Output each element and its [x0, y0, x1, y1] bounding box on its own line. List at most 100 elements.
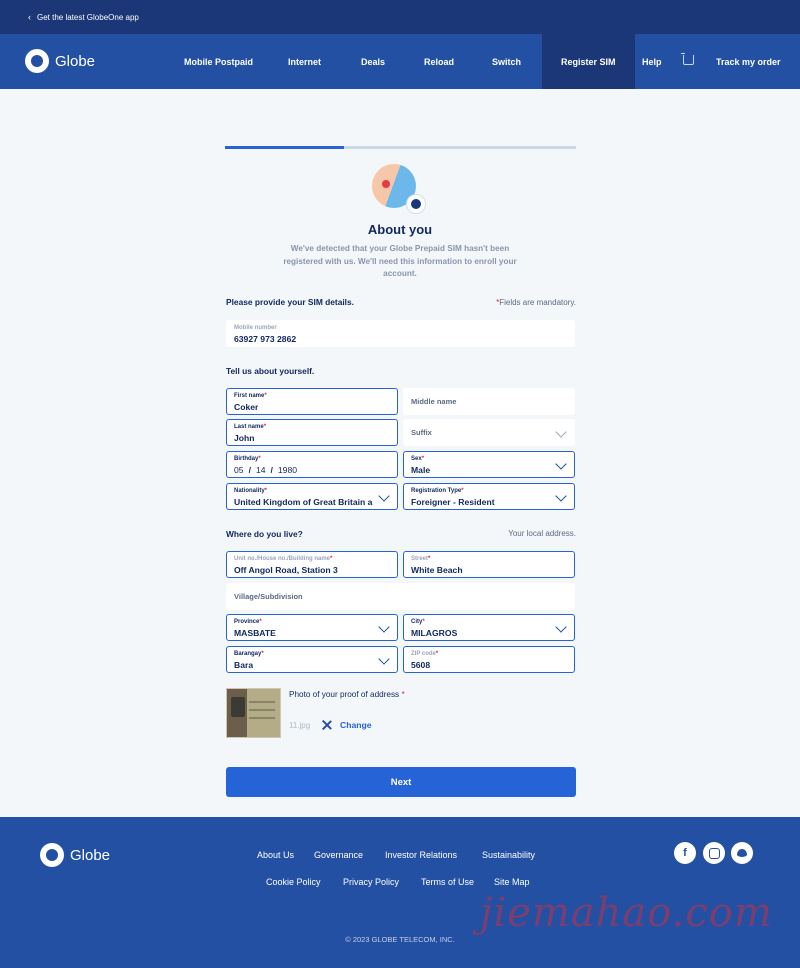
suffix-select[interactable]: Suffix — [403, 419, 575, 446]
footer-link-privacy[interactable]: Privacy Policy — [343, 877, 399, 887]
page-subtitle: We've detected that your Globe Prepaid S… — [283, 244, 517, 278]
proof-of-address-thumbnail[interactable] — [226, 688, 281, 738]
nav-track-order[interactable]: Track my order — [716, 34, 781, 89]
footer-link-terms[interactable]: Terms of Use — [421, 877, 474, 887]
barangay-label: Barangay — [234, 651, 262, 657]
file-name: 11.jpg — [289, 721, 311, 730]
globe-logo-icon — [25, 49, 49, 73]
city-label: City — [411, 619, 423, 625]
barangay-value: Bara — [234, 660, 254, 670]
id-text-line — [249, 701, 275, 703]
footer-brand-name: Globe — [70, 846, 111, 864]
chevron-left-icon: ‹ — [28, 12, 31, 22]
change-photo-link[interactable]: Change — [340, 720, 372, 730]
cart-icon[interactable] — [681, 53, 694, 65]
birthday-day[interactable]: 14 — [256, 465, 266, 475]
registration-type-value: Foreigner - Resident — [411, 497, 495, 507]
footer-globe-logo[interactable]: Globe — [40, 843, 110, 867]
birthday-value: 05 / 14 / 1980 — [234, 465, 297, 475]
birthday-month[interactable]: 05 — [234, 465, 244, 475]
unit-value: Off Angol Road, Station 3 — [234, 565, 338, 575]
birthday-label: Birthday — [234, 456, 259, 462]
first-name-field[interactable]: First name* Coker — [226, 388, 398, 415]
registration-type-select[interactable]: Registration Type* Foreigner - Resident — [403, 483, 575, 510]
nav-reload[interactable]: Reload — [424, 34, 454, 89]
main-nav: Globe Mobile Postpaid Internet Deals Rel… — [0, 34, 800, 89]
nav-register-sim[interactable]: Register SIM — [542, 34, 635, 89]
first-name-value: Coker — [234, 402, 259, 412]
street-label: Street — [411, 556, 429, 562]
next-button[interactable]: Next — [226, 767, 576, 797]
nav-help[interactable]: Help — [642, 34, 662, 89]
user-avatar-illustration — [372, 164, 426, 214]
chevron-down-icon — [378, 621, 390, 633]
middle-name-field[interactable]: Middle name — [403, 388, 575, 415]
unit-field[interactable]: Unit no./House no./Building name* Off An… — [226, 551, 398, 578]
twitter-icon[interactable] — [731, 842, 753, 864]
province-label: Province — [234, 619, 260, 625]
footer-link-about[interactable]: About Us — [257, 850, 294, 860]
sex-select[interactable]: Sex* Male — [403, 451, 575, 478]
sex-label: Sex — [411, 456, 422, 462]
zip-code-label: ZIP code — [411, 651, 436, 657]
street-value: White Beach — [411, 565, 463, 575]
footer-link-investor[interactable]: Investor Relations — [385, 850, 457, 860]
globe-logo[interactable]: Globe — [25, 49, 95, 73]
birthday-year[interactable]: 1980 — [278, 465, 297, 475]
last-name-field[interactable]: Last name* John — [226, 419, 398, 446]
avatar-face — [382, 180, 390, 188]
nav-internet[interactable]: Internet — [288, 34, 321, 89]
city-select[interactable]: City* MILAGROS — [403, 614, 575, 641]
province-value: MASBATE — [234, 628, 276, 638]
nationality-value: United Kingdom of Great Britain a — [234, 497, 373, 507]
last-name-label: Last name — [234, 424, 264, 430]
birthday-field[interactable]: Birthday* 05 / 14 / 1980 — [226, 451, 398, 478]
footer-link-governance[interactable]: Governance — [314, 850, 363, 860]
mandatory-note: *Fields are mandatory. — [496, 298, 576, 307]
id-text-line — [249, 709, 275, 711]
instagram-icon[interactable] — [703, 842, 725, 864]
nationality-select[interactable]: Nationality* United Kingdom of Great Bri… — [226, 483, 398, 510]
id-photo — [231, 697, 245, 717]
step-progress-fill — [225, 146, 345, 149]
sex-value: Male — [411, 465, 431, 475]
date-separator: / — [248, 465, 251, 475]
footer-link-cookie[interactable]: Cookie Policy — [266, 877, 321, 887]
close-icon[interactable] — [322, 720, 332, 730]
middle-name-placeholder: Middle name — [411, 397, 457, 406]
last-name-value: John — [234, 433, 255, 443]
sim-section-heading: Please provide your SIM details. — [226, 297, 354, 307]
barangay-select[interactable]: Barangay* Bara — [226, 646, 398, 673]
mobile-number-field[interactable]: Mobile number 63927 973 2862 — [226, 320, 575, 347]
app-banner[interactable]: ‹ Get the latest GlobeOne app — [0, 0, 800, 34]
app-banner-label: Get the latest GlobeOne app — [37, 12, 139, 22]
personal-section-heading: Tell us about yourself. — [226, 366, 315, 376]
chevron-down-icon — [378, 653, 390, 665]
village-field[interactable]: Village/Subdivision — [226, 583, 575, 610]
village-placeholder: Village/Subdivision — [234, 592, 303, 601]
mobile-number-label: Mobile number — [234, 325, 277, 331]
address-section-heading: Where do you live? — [226, 529, 303, 539]
facebook-icon[interactable]: f — [674, 842, 696, 864]
unit-label: Unit no./House no./Building name — [234, 556, 330, 562]
step-progress-bar — [225, 146, 576, 149]
nav-deals[interactable]: Deals — [361, 34, 385, 89]
province-select[interactable]: Province* MASBATE — [226, 614, 398, 641]
nav-mobile-postpaid[interactable]: Mobile Postpaid — [184, 34, 253, 89]
city-value: MILAGROS — [411, 628, 458, 638]
copyright: © 2023 GLOBE TELECOM, INC. — [345, 935, 455, 944]
chevron-down-icon — [555, 490, 567, 502]
brand-name: Globe — [55, 52, 96, 70]
nav-switch[interactable]: Switch — [492, 34, 521, 89]
page-title: About you — [367, 222, 433, 237]
proof-of-address-label: Photo of your proof of address * — [289, 690, 405, 699]
registration-type-label: Registration Type — [411, 488, 462, 494]
footer-link-sustainability[interactable]: Sustainability — [482, 850, 535, 860]
zip-code-value: 5608 — [411, 660, 431, 670]
footer-link-sitemap[interactable]: Site Map — [494, 877, 530, 887]
nationality-label: Nationality — [234, 488, 265, 494]
street-field[interactable]: Street* White Beach — [403, 551, 575, 578]
chevron-down-icon — [555, 426, 567, 438]
zip-code-field[interactable]: ZIP code* 5608 — [403, 646, 575, 673]
first-name-label: First name — [234, 393, 265, 399]
